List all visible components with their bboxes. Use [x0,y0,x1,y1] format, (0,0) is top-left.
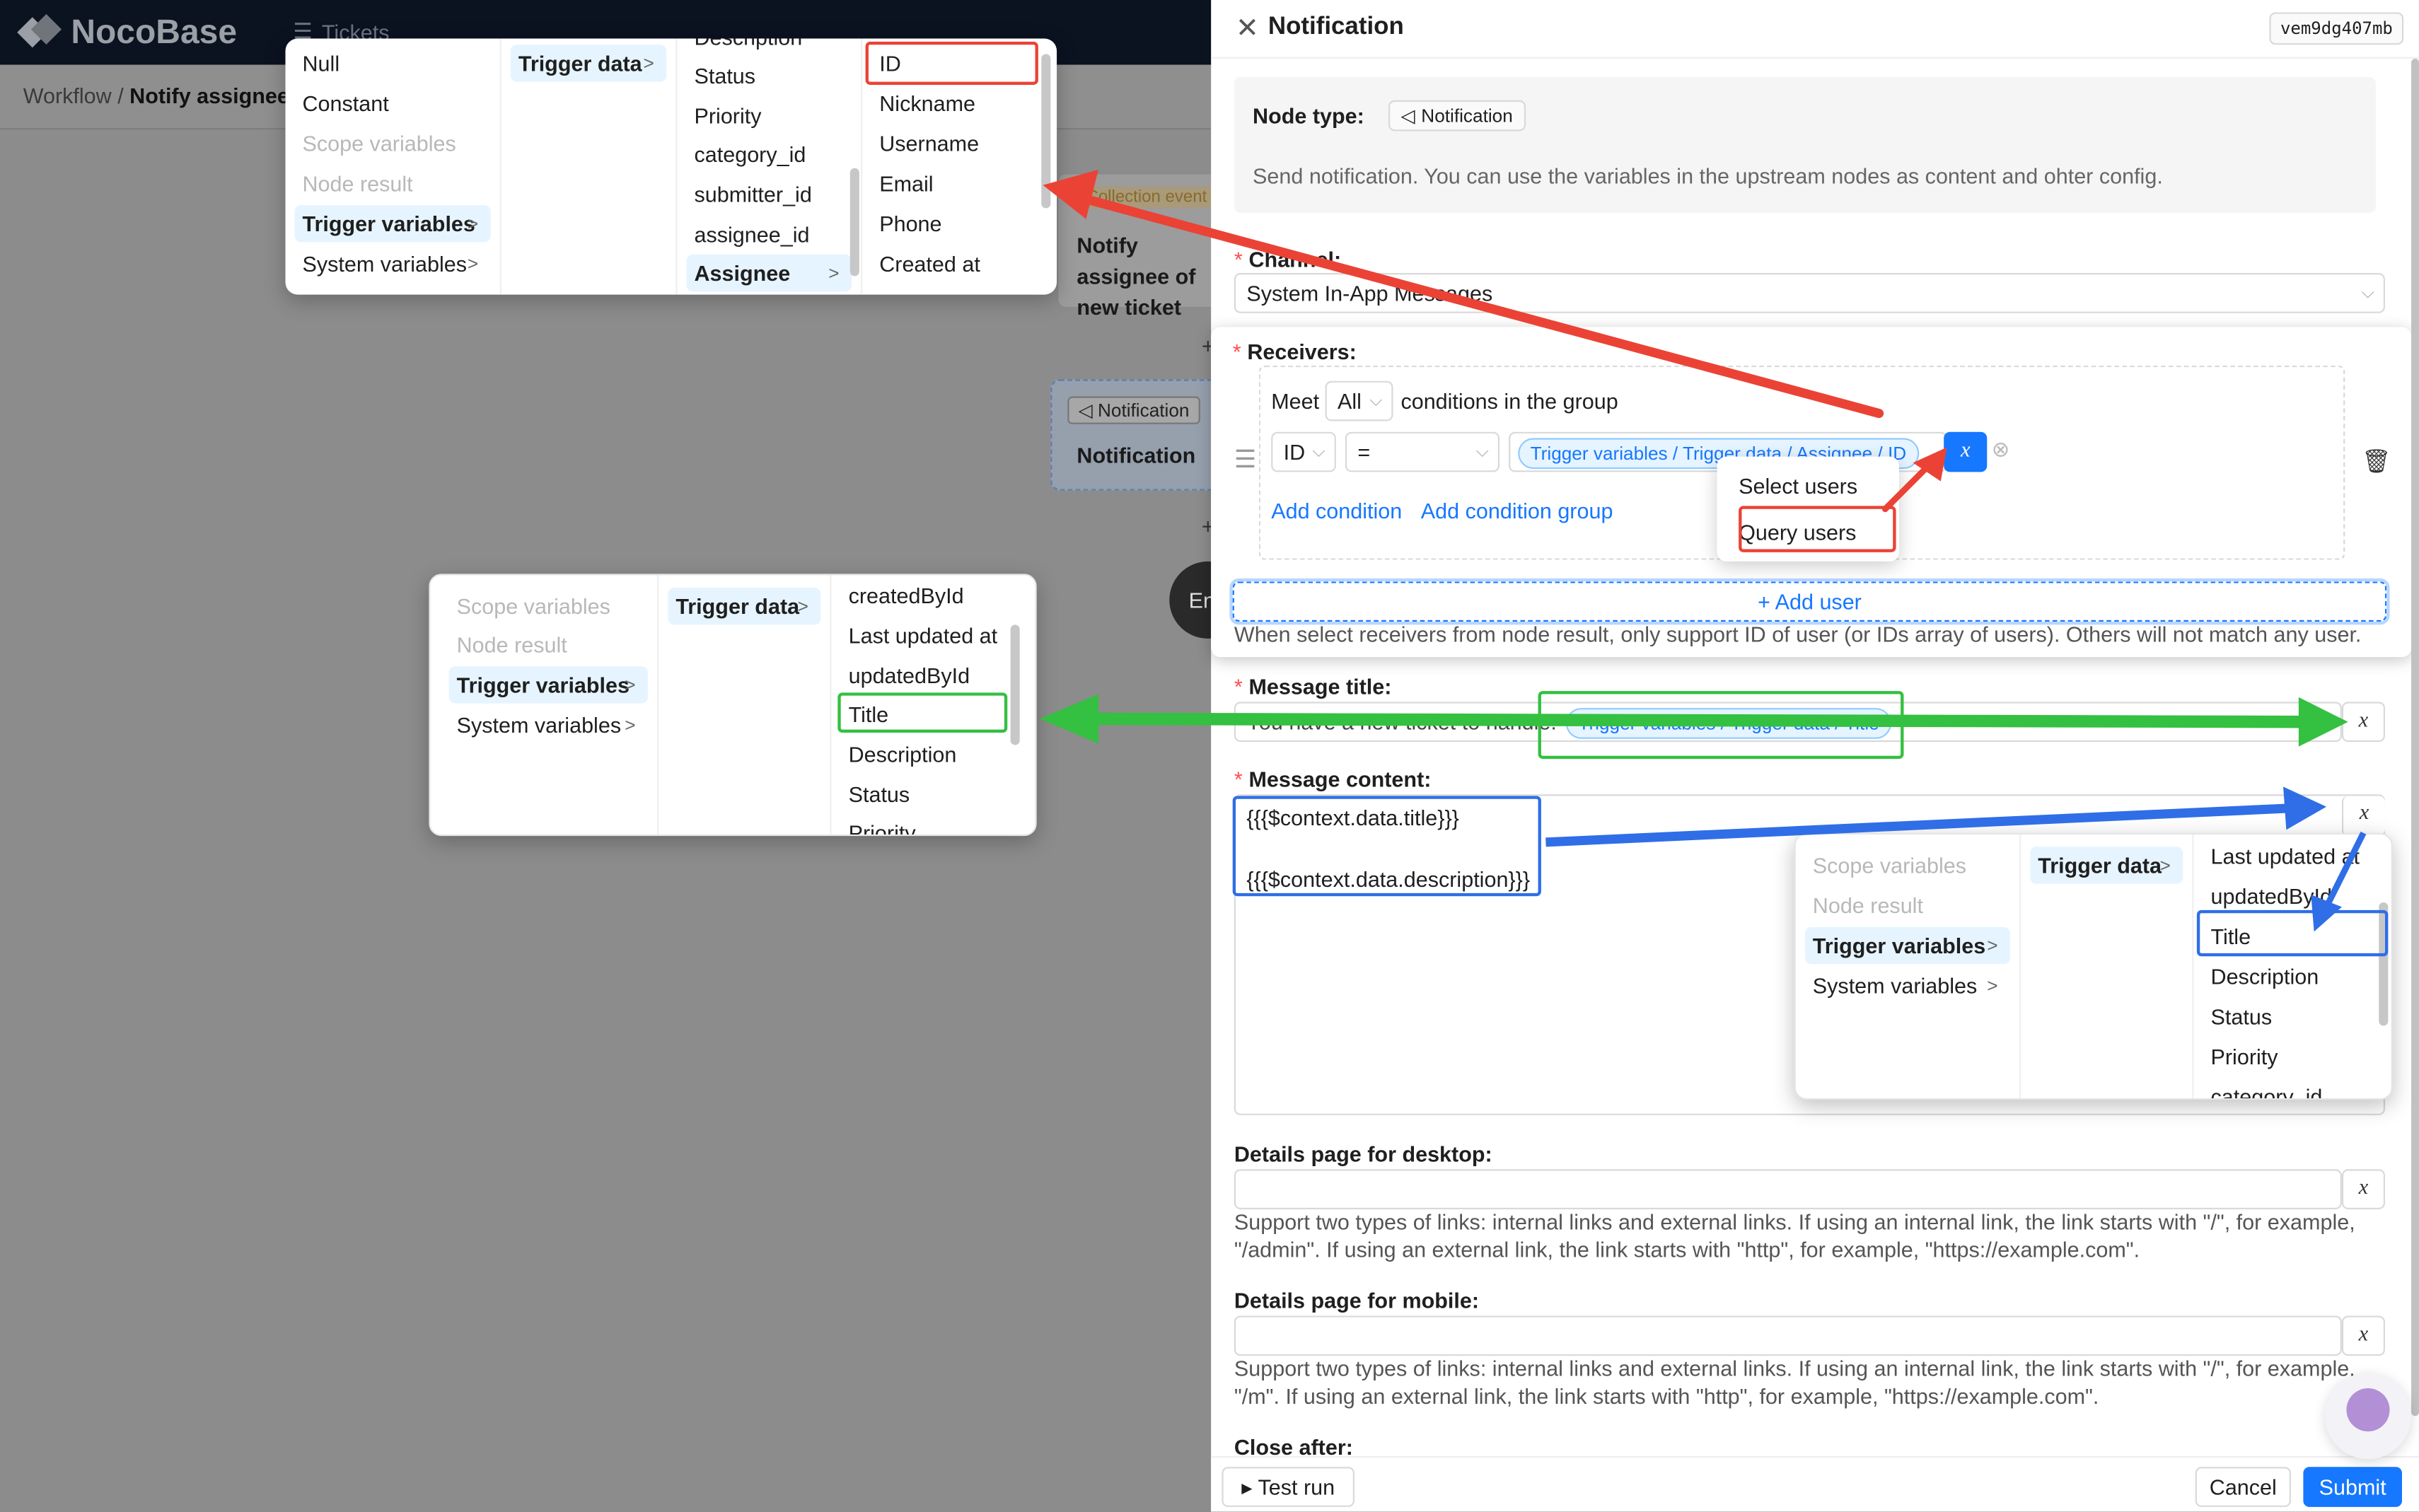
red-arrow-to-id-option [1075,192,1884,419]
blue-arrow-group [1545,786,2367,932]
red-arrow-group [1043,169,1947,513]
blue-arrow-head [2283,786,2327,830]
blue-arrow-down-line [2324,831,2367,909]
red-arrow-head [1043,169,1098,219]
green-arrow-head-left [1040,694,1098,744]
green-arrow-head-right [2298,697,2348,747]
red-arrow-to-picker [1881,463,1932,513]
screen: NocoBase ☰ Tickets Workflow / Notify ass… [0,0,2419,1512]
blue-arrow-line [1545,803,2290,847]
green-arrow-line [1079,712,2311,728]
annotation-arrows [1040,169,2367,932]
green-arrow-group [1040,694,2348,747]
